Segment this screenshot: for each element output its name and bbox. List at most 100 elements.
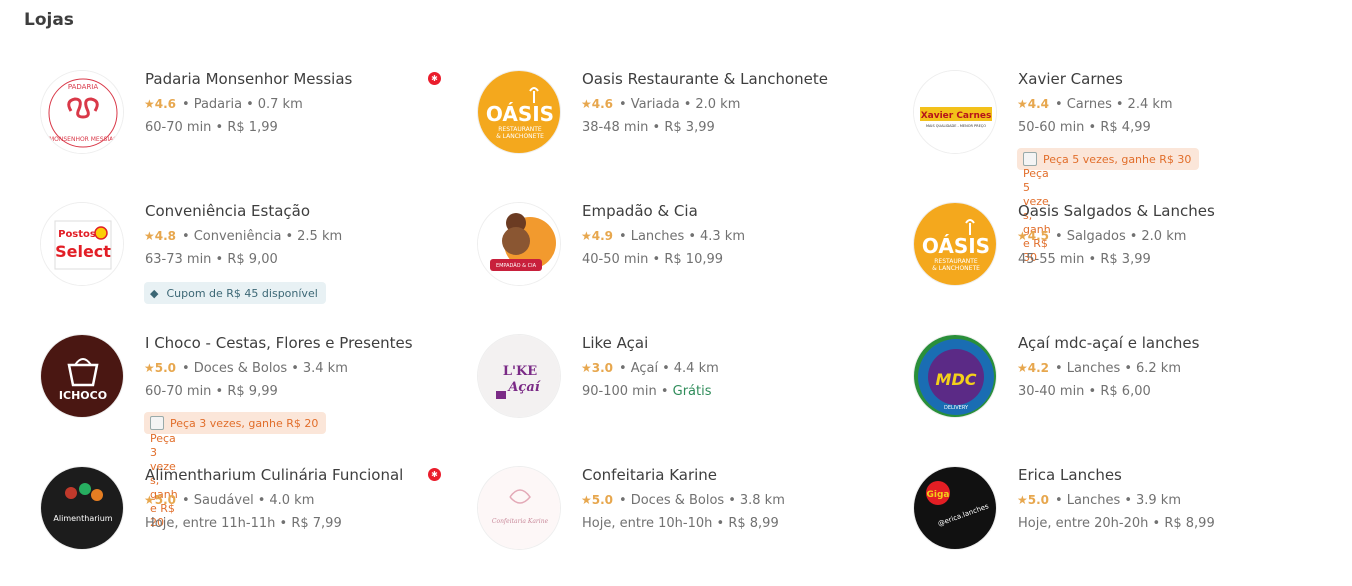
svg-text:Confeitaria Karine: Confeitaria Karine: [492, 518, 549, 525]
store-delivery: Hoje, entre 10h-10h • R$ 8,99: [582, 516, 779, 531]
store-meta: ★5.0 • Doces & Bolos • 3.4 km: [144, 361, 348, 376]
store-logo: L'KE Açaí: [477, 334, 561, 418]
broken-image-icon: [1023, 152, 1037, 166]
svg-text:Xavier Carnes: Xavier Carnes: [921, 111, 992, 121]
svg-text:OÁSIS: OÁSIS: [486, 102, 554, 126]
store-meta: ★4.2 • Lanches • 6.2 km: [1017, 361, 1181, 376]
mdc-logo-icon: MDC DELIVERY: [914, 335, 996, 417]
store-meta: ★4.9 • Lanches • 4.3 km: [581, 229, 745, 244]
store-meta: ★3.0 • Açaí • 4.4 km: [581, 361, 719, 376]
svg-text:Postos: Postos: [58, 229, 96, 240]
store-logo: Postos Select: [40, 202, 124, 286]
svg-text:OÁSIS: OÁSIS: [922, 234, 990, 258]
store-card[interactable]: EMPADÃO & CIA Empadão & Cia ★4.9 • Lanches…: [477, 202, 887, 322]
super-restaurant-icon: ✱: [428, 468, 441, 481]
store-logo: Xavier Carnes MAIS QUALIDADE - MENOR PRE…: [913, 70, 997, 154]
store-delivery: Hoje, entre 11h-11h • R$ 7,99: [145, 516, 342, 531]
store-name: Oasis Salgados & Lanches: [1018, 202, 1215, 220]
xavier-logo-icon: Xavier Carnes MAIS QUALIDADE - MENOR PRE…: [914, 71, 996, 153]
star-icon: ★: [581, 361, 592, 375]
svg-text:RESTAURANTE: RESTAURANTE: [498, 126, 542, 133]
store-logo: Confeitaria Karine: [477, 466, 561, 550]
alimentharium-logo-icon: Alimentharium: [41, 467, 123, 549]
star-icon: ★: [144, 493, 155, 507]
store-delivery: 50-60 min • R$ 4,99: [1018, 120, 1151, 135]
store-card[interactable]: Giga @erica.lanches Erica Lanches ★5.0 • L…: [913, 466, 1323, 586]
svg-text:MDC: MDC: [936, 370, 977, 389]
star-icon: ★: [581, 229, 592, 243]
svg-text:Açaí: Açaí: [506, 380, 541, 395]
svg-text:EMPADÃO & CIA: EMPADÃO & CIA: [496, 262, 537, 269]
store-delivery: 45-55 min • R$ 3,99: [1018, 252, 1151, 267]
store-delivery: 38-48 min • R$ 3,99: [582, 120, 715, 135]
oasis-logo-icon: OÁSIS RESTAURANTE & LANCHONETE: [478, 71, 560, 153]
star-icon: ★: [1017, 229, 1028, 243]
store-name: Xavier Carnes: [1018, 70, 1123, 88]
star-icon: ★: [144, 361, 155, 375]
postos-select-logo-icon: Postos Select: [41, 203, 123, 285]
store-card[interactable]: OÁSIS RESTAURANTE & LANCHONETE Oasis Res…: [477, 70, 887, 190]
store-name: Alimentharium Culinária Funcional: [145, 466, 404, 484]
star-icon: ★: [1017, 361, 1028, 375]
store-meta: ★5.0 • Doces & Bolos • 3.8 km: [581, 493, 785, 508]
store-logo: Giga @erica.lanches: [913, 466, 997, 550]
star-icon: ★: [144, 229, 155, 243]
store-name: Conveniência Estação: [145, 202, 311, 220]
store-card[interactable]: PADARIA MONSENHOR MESSIAS Padaria Monsen…: [40, 70, 450, 190]
svg-text:Giga: Giga: [927, 490, 950, 500]
coupon-tag-icon: ◆: [150, 286, 159, 300]
coupon-badge: ◆ Cupom de R$ 45 disponível: [144, 282, 326, 304]
store-logo: OÁSIS RESTAURANTE & LANCHONETE: [477, 70, 561, 154]
store-logo: OÁSIS RESTAURANTE & LANCHONETE: [913, 202, 997, 286]
svg-text:PADARIA: PADARIA: [68, 83, 99, 91]
reward-badge: Peça 3 vezes, ganhe R$ 20: [144, 412, 327, 434]
store-delivery: 30-40 min • R$ 6,00: [1018, 384, 1151, 399]
store-card[interactable]: OÁSIS RESTAURANTE & LANCHONETE Oasis Sal…: [913, 202, 1323, 322]
like-acai-logo-icon: L'KE Açaí: [478, 335, 560, 417]
store-logo: EMPADÃO & CIA: [477, 202, 561, 286]
empadao-logo-icon: EMPADÃO & CIA: [478, 203, 560, 285]
ichoco-logo-icon: ICHOCO: [41, 335, 123, 417]
erica-logo-icon: Giga @erica.lanches: [914, 467, 996, 549]
svg-text:RESTAURANTE: RESTAURANTE: [934, 258, 978, 265]
store-name: Empadão & Cia: [582, 202, 698, 220]
super-restaurant-icon: ✱: [428, 72, 441, 85]
store-card[interactable]: Postos Select Conveniência Estação ★4.8 •…: [40, 202, 450, 322]
svg-text:ICHOCO: ICHOCO: [59, 389, 107, 402]
store-name: Açaí mdc-açaí e lanches: [1018, 334, 1200, 352]
store-name: Oasis Restaurante & Lanchonete: [582, 70, 828, 88]
store-name: Confeitaria Karine: [582, 466, 718, 484]
svg-text:& LANCHONETE: & LANCHONETE: [496, 133, 544, 140]
star-icon: ★: [1017, 97, 1028, 111]
section-title: Lojas: [24, 10, 74, 30]
store-logo: ICHOCO: [40, 334, 124, 418]
star-icon: ★: [144, 97, 155, 111]
store-meta: ★4.6 • Padaria • 0.7 km: [144, 97, 303, 112]
confeitaria-logo-icon: Confeitaria Karine: [478, 467, 560, 549]
store-card[interactable]: L'KE Açaí Like Açai ★3.0 • Açaí • 4.4 km 90-…: [477, 334, 887, 454]
svg-text:& LANCHONETE: & LANCHONETE: [932, 265, 980, 272]
star-icon: ★: [581, 493, 592, 507]
store-name: Like Açai: [582, 334, 649, 352]
store-delivery: 60-70 min • R$ 1,99: [145, 120, 278, 135]
store-card[interactable]: Alimentharium Alimentharium Culinária Fu…: [40, 466, 450, 586]
store-meta: ★4.6 • Variada • 2.0 km: [581, 97, 741, 112]
store-delivery: 63-73 min • R$ 9,00: [145, 252, 278, 267]
oasis-logo-icon: OÁSIS RESTAURANTE & LANCHONETE: [914, 203, 996, 285]
star-icon: ★: [1017, 493, 1028, 507]
store-meta: ★4.8 • Conveniência • 2.5 km: [144, 229, 343, 244]
store-card[interactable]: ICHOCO I Choco - Cestas, Flores e Presen…: [40, 334, 450, 529]
store-delivery: 90-100 min • Grátis: [582, 384, 712, 399]
store-logo: Alimentharium: [40, 466, 124, 550]
store-delivery: 40-50 min • R$ 10,99: [582, 252, 724, 267]
store-name: I Choco - Cestas, Flores e Presentes: [145, 334, 413, 352]
svg-text:DELIVERY: DELIVERY: [944, 405, 969, 411]
store-card[interactable]: Confeitaria Karine Confeitaria Karine ★5…: [477, 466, 887, 586]
svg-text:MONSENHOR MESSIAS: MONSENHOR MESSIAS: [49, 136, 117, 143]
store-card[interactable]: Xavier Carnes MAIS QUALIDADE - MENOR PRE…: [913, 70, 1323, 264]
store-logo: PADARIA MONSENHOR MESSIAS: [40, 70, 124, 154]
store-name: Padaria Monsenhor Messias: [145, 70, 353, 88]
store-meta: ★4.5 • Salgados • 2.0 km: [1017, 229, 1187, 244]
store-card[interactable]: MDC DELIVERY Açaí mdc-açaí e lanches ★4.…: [913, 334, 1323, 454]
svg-text:Select: Select: [55, 242, 111, 261]
